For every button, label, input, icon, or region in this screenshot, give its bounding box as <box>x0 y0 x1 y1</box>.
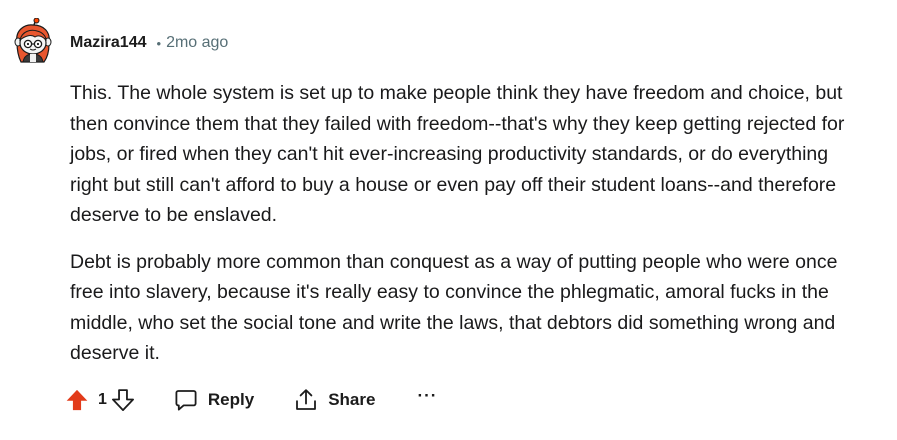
comment-paragraph: This. The whole system is set up to make… <box>70 82 845 226</box>
share-button[interactable]: Share <box>294 388 375 412</box>
comment-meta: Mazira144 • 2mo ago <box>70 34 228 52</box>
downvote-button[interactable] <box>108 385 138 415</box>
author-name[interactable]: Mazira144 <box>70 34 147 52</box>
arrow-up-filled-icon <box>66 389 88 411</box>
comment: Mazira144 • 2mo ago This. The whole syst… <box>0 0 897 440</box>
share-label: Share <box>328 390 376 409</box>
avatar-image <box>14 17 52 63</box>
arrow-down-outline-icon <box>111 389 134 411</box>
more-options-button[interactable]: ··· <box>417 386 437 406</box>
meta-separator: • <box>156 35 162 51</box>
reply-label: Reply <box>207 390 255 409</box>
speech-bubble-icon <box>175 390 197 411</box>
ellipsis-icon: ··· <box>417 386 438 405</box>
vote-score: 1 <box>98 391 107 408</box>
user-avatar[interactable] <box>11 17 55 66</box>
vote-controls: 1 <box>62 385 138 415</box>
share-upload-icon <box>296 389 317 410</box>
timestamp[interactable]: 2mo ago <box>166 34 228 52</box>
comment-paragraph: Debt is probably more common than conque… <box>70 250 838 365</box>
reply-button[interactable]: Reply <box>174 388 254 412</box>
comment-body: This. The whole system is set up to make… <box>70 78 870 385</box>
comment-action-bar: 1 Reply Share ··· <box>62 384 437 416</box>
upvote-button[interactable] <box>62 385 92 415</box>
